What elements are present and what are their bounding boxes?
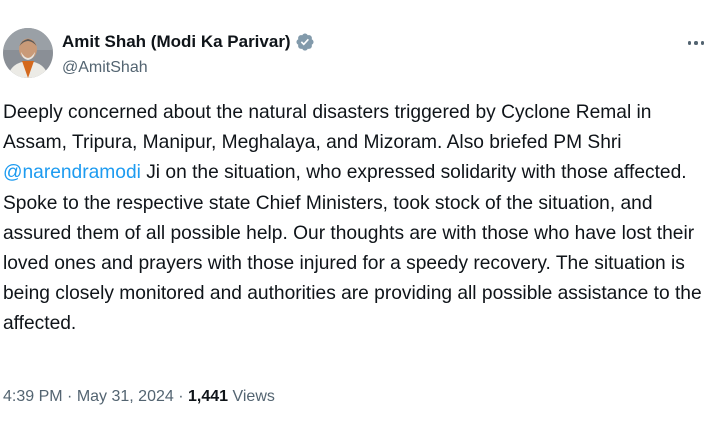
meta-separator: ·	[62, 388, 77, 405]
author-name-row: Amit Shah (Modi Ka Parivar)	[62, 32, 315, 52]
tweet-text-part-2: Ji on the situation, who expressed solid…	[3, 162, 702, 335]
avatar[interactable]	[3, 28, 53, 78]
meta-separator: ·	[173, 388, 188, 405]
tweet-text-part-1: Deeply concerned about the natural disas…	[3, 102, 652, 154]
views-count: 1,441	[187, 388, 229, 405]
mention-link[interactable]: @narendramodi	[3, 162, 141, 183]
views-label: Views	[228, 388, 275, 405]
more-options-icon[interactable]	[683, 30, 709, 56]
tweet-metadata: 4:39 PM · May 31, 2024 · 1,441 Views	[3, 388, 275, 406]
verified-badge-icon[interactable]	[295, 32, 315, 52]
tweet-date[interactable]: May 31, 2024	[77, 388, 174, 405]
tweet-text: Deeply concerned about the natural disas…	[3, 98, 713, 340]
tweet-card: Amit Shah (Modi Ka Parivar) @AmitShah De…	[0, 0, 719, 423]
avatar-image	[3, 28, 53, 78]
tweet-time[interactable]: 4:39 PM	[3, 388, 63, 405]
author-handle[interactable]: @AmitShah	[62, 59, 148, 77]
author-display-name[interactable]: Amit Shah (Modi Ka Parivar)	[62, 32, 291, 52]
